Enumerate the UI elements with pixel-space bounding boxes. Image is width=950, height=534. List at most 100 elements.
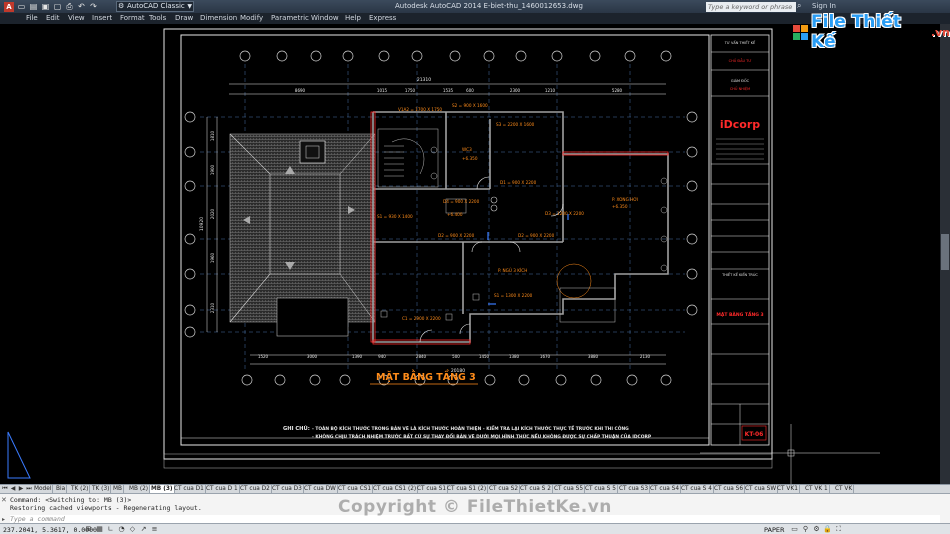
tab-first-icon[interactable]: ⏮ bbox=[1, 485, 9, 493]
tab-layout[interactable]: CT cua S4 bbox=[649, 485, 682, 493]
menu-draw[interactable]: Draw bbox=[175, 14, 193, 22]
dim-left-3: 1960 bbox=[210, 252, 215, 263]
lock-icon[interactable]: 🔒 bbox=[823, 525, 832, 534]
tab-next-icon[interactable]: ▶ bbox=[17, 485, 25, 493]
fullscreen-icon[interactable]: ⛶ bbox=[834, 525, 843, 534]
quick-view-icon[interactable]: ▭ bbox=[790, 525, 799, 534]
snap-icon[interactable]: ⊞ bbox=[84, 525, 93, 534]
tab-layout[interactable]: CT cua D1 bbox=[173, 485, 206, 493]
menu-express[interactable]: Express bbox=[369, 14, 396, 22]
tab-layout[interactable]: CT cua S2 bbox=[488, 485, 521, 493]
tab-layout[interactable]: CT cua S 4 bbox=[680, 485, 714, 493]
tab-layout[interactable]: CT cua S 5 bbox=[584, 485, 618, 493]
dim-bot-9: 3880 bbox=[588, 354, 599, 359]
window-marks bbox=[487, 214, 569, 305]
tab-layout[interactable]: CT cua D 1 bbox=[205, 485, 240, 493]
redo-icon[interactable]: ↷ bbox=[89, 2, 98, 11]
tab-layout[interactable]: CT cua S5 bbox=[553, 485, 586, 493]
tab-layout[interactable]: MB bbox=[112, 485, 124, 493]
workspace-value: AutoCAD Classic bbox=[127, 2, 185, 10]
tab-layout[interactable]: CT cua D2 bbox=[239, 485, 272, 493]
tab-prev-icon[interactable]: ◀ bbox=[9, 485, 17, 493]
undo-icon[interactable]: ↶ bbox=[77, 2, 86, 11]
tab-layout[interactable]: CT VK1 bbox=[776, 485, 800, 493]
dim-top-6: 1210 bbox=[545, 88, 556, 93]
workspace-dropdown[interactable]: ⚙ AutoCAD Classic ▼ bbox=[116, 1, 194, 12]
close-icon[interactable]: ✕ bbox=[1, 496, 7, 504]
idcorp-brand: iDcorp bbox=[720, 118, 760, 131]
tab-last-icon[interactable]: ⏭ bbox=[25, 485, 33, 493]
tab-layout[interactable]: TK (3) bbox=[91, 485, 112, 493]
tab-layout[interactable]: CT cua CS1 (2) bbox=[372, 485, 419, 493]
dim-bot-1: 3000 bbox=[307, 354, 318, 359]
title-block: TƯ VẤN THIẾT KẾ CHỦ ĐẦU TƯ GIÁM ĐỐC CHỦ … bbox=[710, 34, 770, 446]
dim-left-4: 2310 bbox=[210, 302, 215, 313]
tab-layout[interactable]: CT VK 1 bbox=[804, 485, 830, 493]
workspace-icon[interactable]: ⚙ bbox=[812, 525, 821, 534]
save-as-icon[interactable]: ▢ bbox=[53, 2, 62, 11]
tab-layout[interactable]: CT cua S1 (2) bbox=[446, 485, 489, 493]
dim-top-1: 1015 bbox=[377, 88, 388, 93]
tab-model[interactable]: Model bbox=[33, 485, 54, 493]
plot-icon[interactable]: ⎙ bbox=[65, 2, 74, 11]
tab-layout[interactable]: MB (2) bbox=[128, 485, 151, 493]
tab-layout[interactable]: CT VK bbox=[834, 485, 855, 493]
tab-active[interactable]: MB (3) bbox=[150, 485, 175, 493]
lineweight-icon[interactable]: ≡ bbox=[150, 525, 159, 534]
osnap-icon[interactable]: ◇ bbox=[128, 525, 137, 534]
tab-layout[interactable]: CT cua DW bbox=[303, 485, 338, 493]
polar-icon[interactable]: ◔ bbox=[117, 525, 126, 534]
status-bar: 237.2041, 5.3617, 0.0000 ⊞ ▦ ∟ ◔ ◇ ↗ ≡ P… bbox=[0, 523, 950, 534]
ortho-icon[interactable]: ∟ bbox=[106, 525, 115, 534]
tab-layout[interactable]: CT cua S3 bbox=[618, 485, 651, 493]
tab-layout[interactable]: CT cua S 2 bbox=[519, 485, 553, 493]
sign-in-button[interactable]: Sign In bbox=[812, 2, 836, 10]
drawing-canvas[interactable]: TƯ VẤN THIẾT KẾ CHỦ ĐẦU TƯ GIÁM ĐỐC CHỦ … bbox=[0, 24, 950, 484]
open-folder-icon[interactable]: ▤ bbox=[29, 2, 38, 11]
wall-accents bbox=[370, 111, 669, 345]
scrollbar-thumb[interactable] bbox=[941, 234, 949, 270]
room-wc: WC3 bbox=[462, 147, 472, 152]
menu-help[interactable]: Help bbox=[345, 14, 361, 22]
tab-layout[interactable]: CT cua CS1 bbox=[337, 485, 374, 493]
left-dimensions: 10920 1810 1900 2020 1960 2310 bbox=[199, 117, 218, 332]
search-input[interactable]: Type a keyword or phrase bbox=[706, 2, 796, 12]
tb-line-c: GIÁM ĐỐC bbox=[731, 78, 750, 83]
tab-layout[interactable]: Bia bbox=[55, 485, 68, 493]
menu-modify[interactable]: Modify bbox=[240, 14, 263, 22]
door-label-2: S3 = 2200 X 1600 bbox=[496, 122, 535, 127]
space-indicator[interactable]: PAPER bbox=[764, 526, 785, 534]
otrack-icon[interactable]: ↗ bbox=[139, 525, 148, 534]
cursor-coordinates: 237.2041, 5.3617, 0.0000 bbox=[3, 526, 97, 534]
room-level-main: +6.400 bbox=[447, 212, 463, 217]
tab-layout[interactable]: CT cua S1 bbox=[416, 485, 449, 493]
menu-tools[interactable]: Tools bbox=[149, 14, 166, 22]
annotation-scale-icon[interactable]: ⚲ bbox=[801, 525, 810, 534]
menu-parametric[interactable]: Parametric bbox=[271, 14, 309, 22]
save-icon[interactable]: ▣ bbox=[41, 2, 50, 11]
menu-insert[interactable]: Insert bbox=[92, 14, 112, 22]
menu-window[interactable]: Window bbox=[311, 14, 339, 22]
menu-file[interactable]: File bbox=[26, 14, 38, 22]
tab-layout[interactable]: CT cua S6 bbox=[713, 485, 746, 493]
tab-layout[interactable]: CT cua SW bbox=[744, 485, 779, 493]
menu-dimension[interactable]: Dimension bbox=[200, 14, 237, 22]
tab-layout[interactable]: TK (2) bbox=[70, 485, 91, 493]
room-wc-level: +6.350 bbox=[462, 156, 478, 161]
menu-edit[interactable]: Edit bbox=[46, 14, 60, 22]
grid-icon[interactable]: ▦ bbox=[95, 525, 104, 534]
dim-bot-3: 940 bbox=[378, 354, 386, 359]
autocad-logo-icon[interactable]: A bbox=[4, 2, 14, 12]
bottom-dimensions: 1520 3000 1390 940 2840 500 1450 1380 16… bbox=[250, 354, 666, 374]
menu-format[interactable]: Format bbox=[120, 14, 145, 22]
tab-layout[interactable]: CT cua D3 bbox=[271, 485, 304, 493]
new-file-icon[interactable]: ▭ bbox=[17, 2, 26, 11]
site-logo: File Thiết Kế .vn bbox=[793, 12, 950, 52]
tb-line-b: CHỦ ĐẦU TƯ bbox=[729, 58, 752, 63]
dim-top-0: 8690 bbox=[295, 88, 306, 93]
door-label-10: C1 = 2900 X 2200 bbox=[402, 316, 441, 321]
search-icon[interactable]: ⌕ bbox=[797, 1, 808, 12]
plan-labels: V1A2 = 1700 X 1750 S2 = 900 X 1600 S3 = … bbox=[377, 103, 638, 321]
door-label-0: V1A2 = 1700 X 1750 bbox=[398, 107, 442, 112]
menu-view[interactable]: View bbox=[68, 14, 85, 22]
